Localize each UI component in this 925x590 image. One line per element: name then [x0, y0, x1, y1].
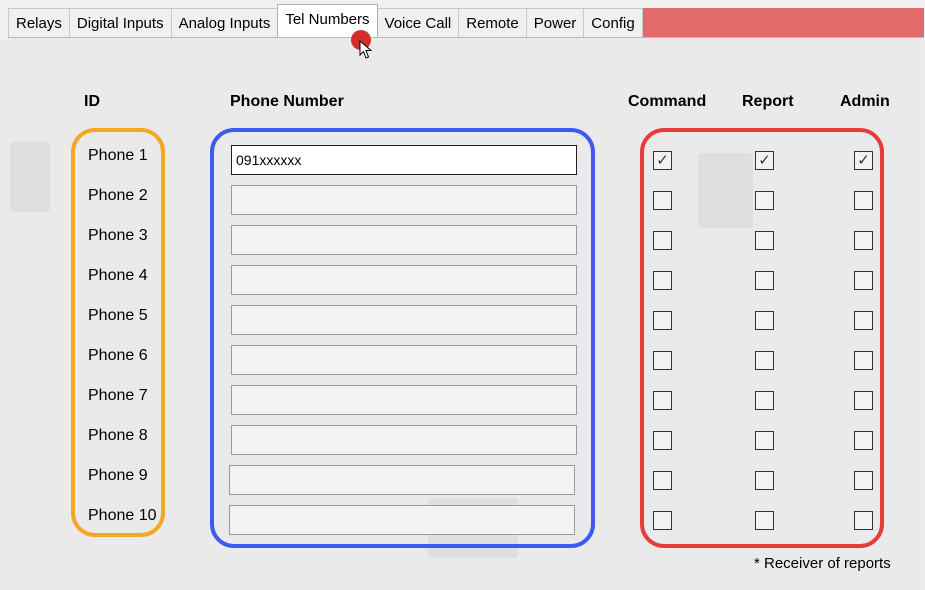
report-checkbox[interactable]: [755, 471, 774, 490]
report-checkbox[interactable]: [755, 391, 774, 410]
admin-checkbox[interactable]: [854, 351, 873, 370]
command-checkbox[interactable]: [653, 231, 672, 250]
admin-checkbox[interactable]: [854, 271, 873, 290]
phone-id-label: Phone 8: [88, 427, 148, 444]
command-checkbox[interactable]: [653, 271, 672, 290]
report-checkbox[interactable]: [755, 271, 774, 290]
command-checkbox[interactable]: [653, 191, 672, 210]
tel-numbers-panel: ID Phone Number Command Report Admin Pho…: [8, 37, 924, 590]
report-checkbox[interactable]: [755, 231, 774, 250]
report-checkbox[interactable]: [755, 351, 774, 370]
report-checkbox[interactable]: [755, 191, 774, 210]
check-mark-icon: ✓: [656, 152, 669, 169]
command-checkbox[interactable]: [653, 351, 672, 370]
report-header: Report: [742, 93, 794, 110]
command-checkbox[interactable]: [653, 511, 672, 530]
phone-id-label: Phone 4: [88, 267, 148, 284]
phone-id-label: Phone 7: [88, 387, 148, 404]
phone-number-input[interactable]: [231, 265, 577, 295]
admin-checkbox[interactable]: ✓: [854, 151, 873, 170]
tab-power[interactable]: Power: [525, 8, 585, 37]
command-header: Command: [628, 93, 707, 110]
admin-checkbox[interactable]: [854, 471, 873, 490]
command-checkbox[interactable]: [653, 471, 672, 490]
phone-number-input[interactable]: [231, 305, 577, 335]
footnote: * Receiver of reports: [754, 555, 891, 572]
command-checkbox[interactable]: ✓: [653, 151, 672, 170]
report-checkbox[interactable]: ✓: [755, 151, 774, 170]
tab-analog-inputs[interactable]: Analog Inputs: [170, 8, 279, 37]
phone-number-input[interactable]: [231, 225, 577, 255]
phone-number-input[interactable]: [231, 385, 577, 415]
admin-checkbox[interactable]: [854, 311, 873, 330]
tab-digital-inputs[interactable]: Digital Inputs: [68, 8, 172, 37]
ghost-desktop-icon: [10, 142, 50, 212]
phone-id-label: Phone 5: [88, 307, 148, 324]
phone-number-input[interactable]: [229, 505, 575, 535]
mouse-pointer-icon: [359, 40, 373, 59]
tab-bar: Relays Digital Inputs Analog Inputs Tel Num…: [0, 0, 925, 40]
phone-id-label: Phone 9: [88, 467, 148, 484]
phone-number-input[interactable]: [229, 465, 575, 495]
admin-checkbox[interactable]: [854, 391, 873, 410]
tab-relays[interactable]: Relays: [8, 8, 70, 37]
tab-config[interactable]: Config: [583, 8, 643, 37]
command-checkbox[interactable]: [653, 311, 672, 330]
report-checkbox[interactable]: [755, 511, 774, 530]
phone-id-label: Phone 1: [88, 147, 148, 164]
phone-id-label: Phone 6: [88, 347, 148, 364]
phone-number-input[interactable]: [231, 145, 577, 175]
report-checkbox[interactable]: [755, 311, 774, 330]
command-checkbox[interactable]: [653, 391, 672, 410]
id-header: ID: [84, 93, 100, 110]
tab-remote[interactable]: Remote: [458, 8, 527, 37]
admin-checkbox[interactable]: [854, 511, 873, 530]
admin-checkbox[interactable]: [854, 231, 873, 250]
phone-number-input[interactable]: [231, 425, 577, 455]
phone-number-input[interactable]: [231, 345, 577, 375]
command-checkbox[interactable]: [653, 431, 672, 450]
check-mark-icon: ✓: [758, 152, 771, 169]
phone-id-label: Phone 10: [88, 507, 157, 524]
phone-number-header: Phone Number: [230, 93, 344, 110]
phone-id-label: Phone 2: [88, 187, 148, 204]
phone-id-label: Phone 3: [88, 227, 148, 244]
admin-header: Admin: [840, 93, 890, 110]
admin-checkbox[interactable]: [854, 431, 873, 450]
tab-voice-call[interactable]: Voice Call: [376, 8, 460, 37]
admin-checkbox[interactable]: [854, 191, 873, 210]
phone-number-input[interactable]: [231, 185, 577, 215]
check-mark-icon: ✓: [857, 152, 870, 169]
tab-row: Relays Digital Inputs Analog Inputs Tel Num…: [8, 4, 643, 38]
report-checkbox[interactable]: [755, 431, 774, 450]
